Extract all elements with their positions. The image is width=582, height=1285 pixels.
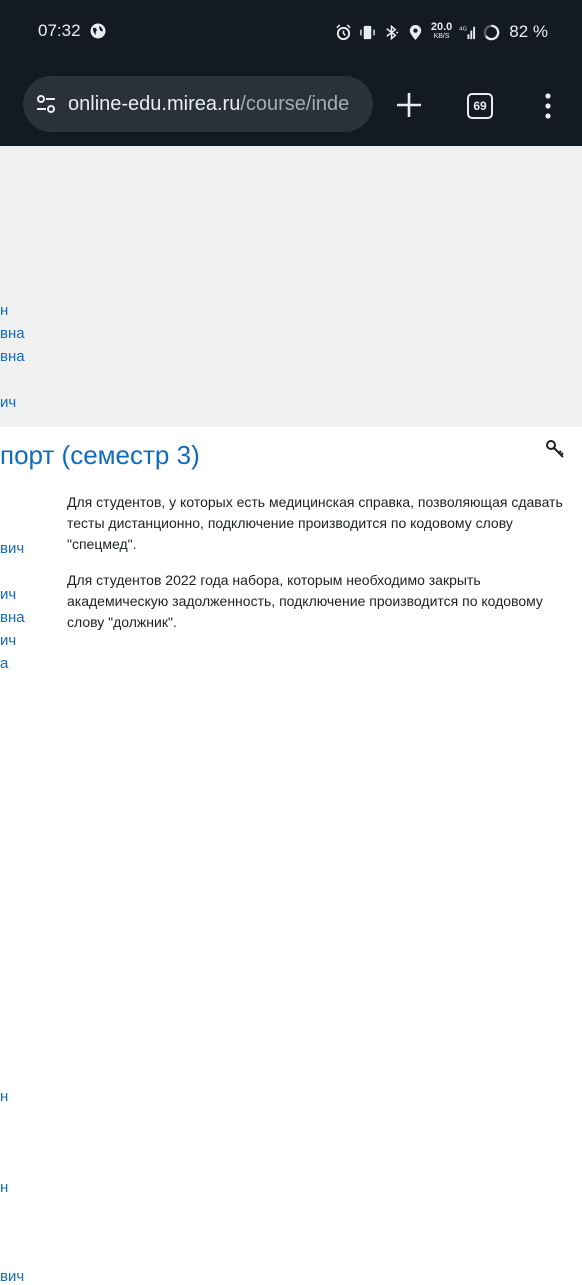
status-icons: 20.0 KB/S 4G 82 % <box>335 19 548 45</box>
teacher-link[interactable]: н <box>0 1088 8 1105</box>
url-text[interactable]: online-edu.mirea.ru/course/inde <box>68 93 349 116</box>
vibrate-icon <box>360 25 375 39</box>
teacher-link[interactable]: вна <box>0 348 25 365</box>
teacher-link[interactable]: н <box>0 1179 8 1196</box>
url-bar[interactable]: online-edu.mirea.ru/course/inde <box>23 76 373 132</box>
net-speed-unit: KB/S <box>433 33 450 40</box>
teacher-link[interactable]: ич <box>0 394 16 411</box>
tab-switcher-icon[interactable]: 69 <box>467 93 493 119</box>
teacher-link[interactable]: вна <box>0 609 25 626</box>
teacher-link[interactable]: а <box>0 655 8 672</box>
status-time: 07:32 <box>38 21 81 40</box>
teacher-link[interactable]: н <box>0 302 8 319</box>
teacher-link[interactable]: вна <box>0 325 25 342</box>
teacher-link[interactable]: ич <box>0 586 16 603</box>
alarm-icon <box>336 23 351 40</box>
section-title[interactable]: порт (семестр 3) <box>0 440 200 471</box>
url-path: /course/inde <box>240 93 350 115</box>
url-domain: online-edu.mirea.ru <box>68 93 241 115</box>
more-menu-icon[interactable] <box>538 92 558 120</box>
browser-toolbar: online-edu.mirea.ru/course/inde 69 <box>0 64 582 147</box>
signal-icon: 4G <box>459 26 476 39</box>
battery-level: 82 % <box>509 22 548 41</box>
section-description-1: Для студентов, у которых есть медицинска… <box>67 494 563 552</box>
bluetooth-icon <box>386 24 398 40</box>
network-type: 4G <box>459 26 467 32</box>
status-bar: 07:32 20.0 KB/S 4G 82 % <box>0 0 582 64</box>
battery-ring-icon <box>484 24 500 40</box>
location-icon <box>409 24 421 40</box>
teacher-link[interactable]: вич <box>0 1268 24 1285</box>
teacher-link[interactable]: вич <box>0 540 24 557</box>
net-speed: 20.0 KB/S <box>431 22 452 41</box>
tab-count: 69 <box>473 99 487 113</box>
globe-icon <box>90 23 106 39</box>
course-header-panel <box>0 146 582 427</box>
site-settings-icon[interactable] <box>35 93 57 115</box>
new-tab-icon[interactable] <box>396 92 422 118</box>
teacher-link[interactable]: ич <box>0 632 16 649</box>
section-description-2: Для студентов 2022 года набора, которым … <box>67 572 543 630</box>
key-icon[interactable] <box>545 439 565 459</box>
